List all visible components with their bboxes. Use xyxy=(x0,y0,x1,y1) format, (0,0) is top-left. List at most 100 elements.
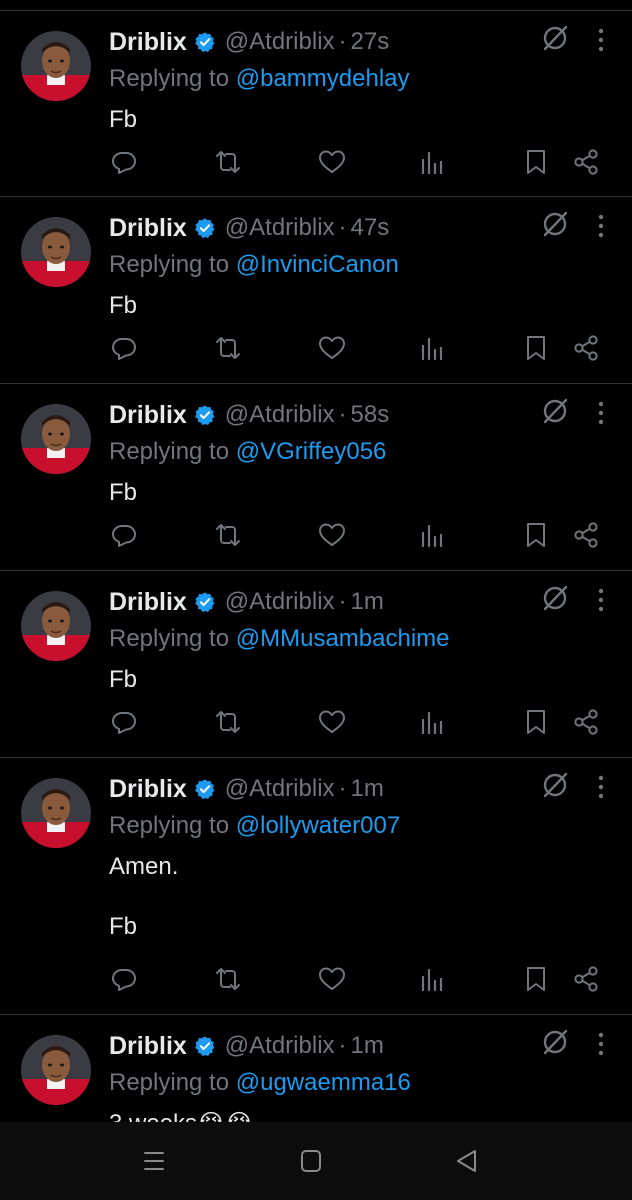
views-icon[interactable] xyxy=(417,147,447,177)
timestamp[interactable]: 1m xyxy=(351,1032,384,1060)
display-name[interactable]: Driblix xyxy=(109,28,187,57)
retweet-icon[interactable] xyxy=(213,707,243,737)
bookmark-icon[interactable] xyxy=(521,333,551,363)
handle[interactable]: @Atdriblix xyxy=(225,401,335,429)
grok-icon[interactable] xyxy=(540,583,570,613)
handle[interactable]: @Atdriblix xyxy=(225,1032,335,1060)
reply-icon[interactable] xyxy=(109,964,139,994)
handle[interactable]: @Atdriblix xyxy=(225,588,335,616)
views-icon[interactable] xyxy=(417,964,447,994)
share-icon[interactable] xyxy=(571,707,601,737)
tweet-item[interactable]: Driblix @Atdriblix · 1m Replying to @MMu… xyxy=(0,571,632,758)
replying-prefix: Replying to xyxy=(109,438,236,465)
tweet-text: Fb xyxy=(109,666,138,693)
avatar[interactable] xyxy=(21,591,91,661)
reply-feed[interactable]: Driblix @Atdriblix · 27s Replying to @ba… xyxy=(0,0,632,1122)
tweet-actions xyxy=(109,707,614,739)
tweet-text: Fb xyxy=(109,479,138,506)
bookmark-icon[interactable] xyxy=(521,964,551,994)
replying-to-user-link[interactable]: @bammydehlay xyxy=(236,65,410,92)
handle[interactable]: @Atdriblix xyxy=(225,28,335,56)
tweet-item[interactable]: Driblix @Atdriblix · 1m Replying to @lol… xyxy=(0,758,632,1015)
display-name[interactable]: Driblix xyxy=(109,214,187,243)
grok-icon[interactable] xyxy=(540,770,570,800)
replying-to-user-link[interactable]: @VGriffey056 xyxy=(236,438,387,465)
tweet-item[interactable]: Driblix @Atdriblix · 1m Replying to @ugw… xyxy=(0,1015,632,1122)
reply-icon[interactable] xyxy=(109,707,139,737)
grok-icon[interactable] xyxy=(540,209,570,239)
grok-icon[interactable] xyxy=(540,1027,570,1057)
avatar[interactable] xyxy=(21,404,91,474)
replying-prefix: Replying to xyxy=(109,1069,236,1096)
like-icon[interactable] xyxy=(317,707,347,737)
more-vertical-icon[interactable] xyxy=(596,587,606,613)
tweet-text: Fb xyxy=(109,292,138,319)
display-name[interactable]: Driblix xyxy=(109,775,187,804)
tweet-actions xyxy=(109,147,614,179)
display-name[interactable]: Driblix xyxy=(109,588,187,617)
retweet-icon[interactable] xyxy=(213,964,243,994)
grok-icon[interactable] xyxy=(540,396,570,426)
separator-dot: · xyxy=(338,28,347,55)
retweet-icon[interactable] xyxy=(213,147,243,177)
like-icon[interactable] xyxy=(317,147,347,177)
display-name[interactable]: Driblix xyxy=(109,401,187,430)
views-icon[interactable] xyxy=(417,707,447,737)
handle[interactable]: @Atdriblix xyxy=(225,775,335,803)
replying-to-user-link[interactable]: @lollywater007 xyxy=(236,812,400,839)
share-icon[interactable] xyxy=(571,333,601,363)
replying-to-user-link[interactable]: @InvinciCanon xyxy=(236,251,399,278)
avatar[interactable] xyxy=(21,31,91,101)
more-vertical-icon[interactable] xyxy=(596,400,606,426)
reply-icon[interactable] xyxy=(109,333,139,363)
replying-to-user-link[interactable]: @MMusambachime xyxy=(236,625,450,652)
avatar[interactable] xyxy=(21,217,91,287)
timestamp[interactable]: 47s xyxy=(351,214,390,242)
separator-dot: · xyxy=(338,588,347,615)
display-name[interactable]: Driblix xyxy=(109,1032,187,1061)
retweet-icon[interactable] xyxy=(213,333,243,363)
timestamp[interactable]: 58s xyxy=(351,401,390,429)
tweet-item[interactable]: Driblix @Atdriblix · 27s Replying to @ba… xyxy=(0,11,632,197)
share-icon[interactable] xyxy=(571,147,601,177)
like-icon[interactable] xyxy=(317,520,347,550)
tweet-item[interactable]: Driblix @Atdriblix · 58s Replying to @VG… xyxy=(0,384,632,571)
share-icon[interactable] xyxy=(571,964,601,994)
tweet-actions xyxy=(109,520,614,552)
replying-prefix: Replying to xyxy=(109,251,236,278)
retweet-icon[interactable] xyxy=(213,520,243,550)
views-icon[interactable] xyxy=(417,333,447,363)
bookmark-icon[interactable] xyxy=(521,147,551,177)
replying-to-line: Replying to @lollywater007 xyxy=(109,812,612,842)
timestamp[interactable]: 1m xyxy=(351,775,384,803)
handle[interactable]: @Atdriblix xyxy=(225,214,335,242)
verified-badge-icon xyxy=(194,591,216,613)
verified-badge-icon xyxy=(194,404,216,426)
like-icon[interactable] xyxy=(317,964,347,994)
replying-to-user-link[interactable]: @ugwaemma16 xyxy=(236,1069,411,1096)
timestamp[interactable]: 1m xyxy=(351,588,384,616)
more-vertical-icon[interactable] xyxy=(596,213,606,239)
home-icon[interactable] xyxy=(296,1146,326,1176)
more-vertical-icon[interactable] xyxy=(596,27,606,53)
avatar[interactable] xyxy=(21,1035,91,1105)
recents-icon[interactable] xyxy=(139,1146,169,1176)
separator-dot: · xyxy=(338,775,347,802)
tweet-item[interactable]: Driblix @Atdriblix · 47s Replying to @In… xyxy=(0,197,632,384)
more-vertical-icon[interactable] xyxy=(596,1031,606,1057)
verified-badge-icon xyxy=(194,778,216,800)
like-icon[interactable] xyxy=(317,333,347,363)
timestamp[interactable]: 27s xyxy=(351,28,390,56)
replying-prefix: Replying to xyxy=(109,812,236,839)
reply-icon[interactable] xyxy=(109,147,139,177)
views-icon[interactable] xyxy=(417,520,447,550)
grok-icon[interactable] xyxy=(540,23,570,53)
bookmark-icon[interactable] xyxy=(521,707,551,737)
back-icon[interactable] xyxy=(452,1146,482,1176)
bookmark-icon[interactable] xyxy=(521,520,551,550)
avatar[interactable] xyxy=(21,778,91,848)
reply-icon[interactable] xyxy=(109,520,139,550)
replying-to-line: Replying to @bammydehlay xyxy=(109,65,612,95)
share-icon[interactable] xyxy=(571,520,601,550)
more-vertical-icon[interactable] xyxy=(596,774,606,800)
